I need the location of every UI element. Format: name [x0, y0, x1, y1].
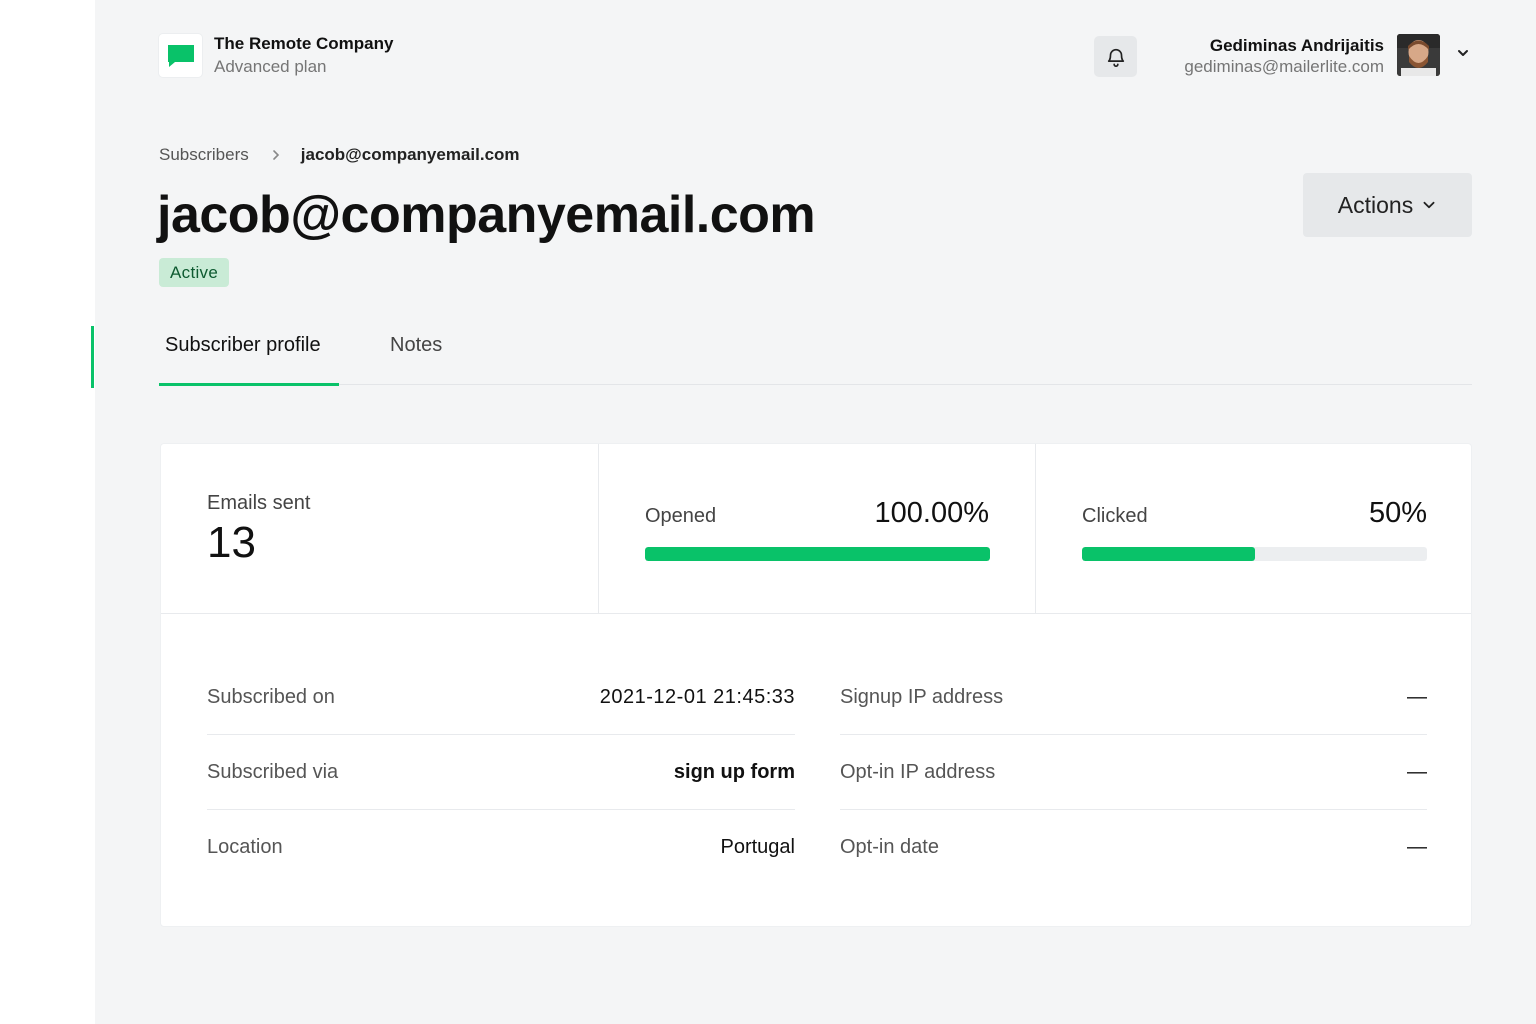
detail-value: —	[1407, 685, 1427, 708]
organization-switcher[interactable]: The Remote Company Advanced plan	[159, 33, 393, 78]
tab-subscriber-profile[interactable]: Subscriber profile	[165, 334, 321, 357]
breadcrumb-link-subscribers[interactable]: Subscribers	[159, 145, 249, 165]
organization-plan: Advanced plan	[214, 57, 327, 76]
detail-value: —	[1407, 760, 1427, 783]
detail-label: Subscribed via	[207, 760, 339, 783]
detail-label: Signup IP address	[840, 685, 1004, 708]
detail-row-signup-ip: Signup IP address —	[840, 660, 1427, 735]
detail-label: Opt-in IP address	[840, 760, 996, 783]
tab-notes[interactable]: Notes	[390, 334, 442, 357]
detail-row-location: Location Portugal	[207, 810, 795, 885]
detail-value: sign up form	[673, 760, 795, 783]
detail-row-subscribed-via: Subscribed via sign up form	[207, 735, 795, 810]
stats-row: Emails sent 13 Opened 100.00% Clicked 50…	[161, 444, 1471, 614]
status-badge: Active	[159, 258, 230, 287]
detail-label: Subscribed on	[207, 685, 335, 708]
sidebar	[0, 0, 95, 1024]
detail-row-subscribed-on: Subscribed on 2021-12-01 21:45:33	[207, 660, 795, 735]
active-tab-underline	[159, 383, 339, 386]
main-content: The Remote Company Advanced plan Gedimin…	[95, 0, 1536, 1024]
stat-emails-sent: Emails sent 13	[161, 444, 599, 614]
detail-row-optin-ip: Opt-in IP address —	[840, 735, 1427, 810]
clicked-progress-bar	[1082, 547, 1427, 561]
notifications-button[interactable]	[1094, 36, 1137, 77]
stat-label: Opened	[645, 505, 717, 527]
subscriber-profile-card: Emails sent 13 Opened 100.00% Clicked 50…	[160, 443, 1472, 927]
actions-button[interactable]: Actions	[1303, 173, 1472, 237]
breadcrumb: Subscribers jacob@companyemail.com	[159, 145, 520, 165]
detail-value: —	[1407, 836, 1427, 858]
breadcrumb-current: jacob@companyemail.com	[300, 145, 520, 164]
detail-value: Portugal	[720, 836, 796, 858]
detail-label: Opt-in date	[840, 836, 939, 858]
detail-label: Location	[207, 836, 283, 858]
bell-icon	[1107, 48, 1124, 67]
stat-clicked: Clicked 50%	[1036, 444, 1473, 614]
opened-progress-bar	[645, 547, 990, 561]
chevron-right-icon	[272, 150, 279, 160]
stat-value: 50%	[1368, 497, 1427, 529]
user-avatar-image	[1397, 34, 1440, 76]
avatar[interactable]	[1397, 34, 1440, 76]
detail-value: 2021-12-01 21:45:33	[599, 685, 795, 708]
stat-label: Emails sent	[207, 492, 311, 514]
tab-bar: Subscriber profile Notes	[159, 320, 1472, 386]
organization-name: The Remote Company	[214, 34, 394, 53]
stat-value: 13	[207, 518, 256, 567]
clicked-progress-fill	[1082, 547, 1255, 561]
page-title: jacob@companyemail.com	[157, 186, 816, 244]
stat-opened: Opened 100.00%	[599, 444, 1036, 614]
detail-row-optin-date: Opt-in date —	[840, 810, 1427, 885]
opened-progress-fill	[645, 547, 990, 561]
user-name: Gediminas Andrijaitis	[1209, 36, 1384, 55]
stat-label: Clicked	[1082, 505, 1148, 527]
stat-value: 100.00%	[874, 497, 990, 529]
actions-button-label: Actions	[1337, 191, 1414, 218]
organization-logo	[159, 34, 202, 77]
sidebar-active-indicator	[91, 326, 94, 388]
chat-bubble-icon	[167, 44, 194, 67]
user-email: gediminas@mailerlite.com	[1184, 57, 1384, 76]
chevron-down-icon[interactable]	[1456, 46, 1470, 60]
chevron-down-icon	[1423, 201, 1435, 209]
user-info[interactable]: Gediminas Andrijaitis gediminas@mailerli…	[1184, 36, 1384, 77]
